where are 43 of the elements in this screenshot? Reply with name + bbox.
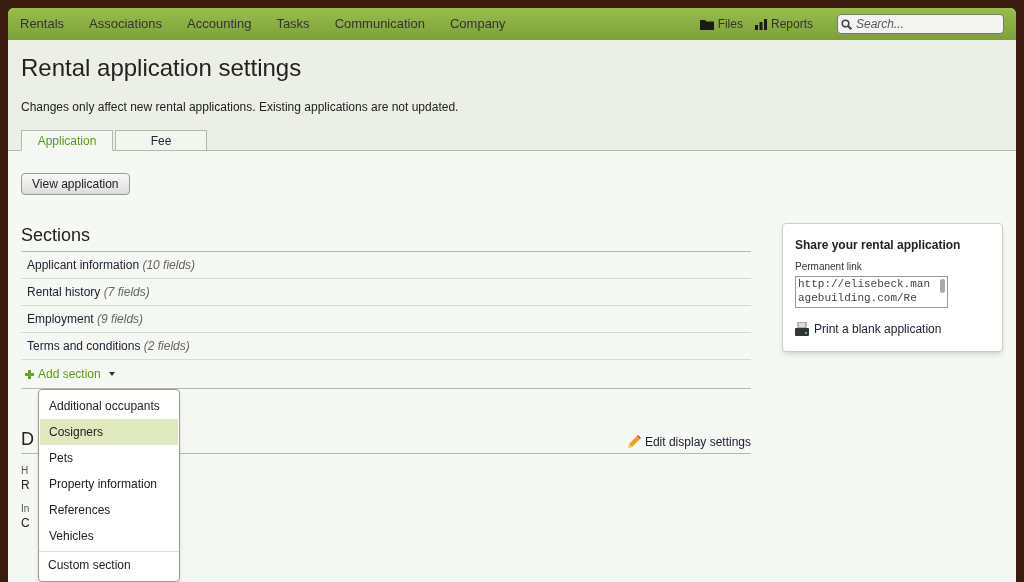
section-row[interactable]: Employment (9 fields) xyxy=(21,306,751,333)
menu-item[interactable]: Custom section xyxy=(39,552,179,578)
section-row[interactable]: Terms and conditions (2 fields) xyxy=(21,333,751,360)
menu-item[interactable]: Vehicles xyxy=(40,523,178,549)
menu-item[interactable]: References xyxy=(40,497,178,523)
edit-display-link[interactable]: Edit display settings xyxy=(626,433,751,451)
scrollbar-thumb[interactable] xyxy=(940,279,945,293)
section-heading: Sections xyxy=(21,222,751,252)
view-application-button[interactable]: View application xyxy=(21,173,130,195)
share-title: Share your rental application xyxy=(795,237,962,254)
nav-link[interactable]: Rentals xyxy=(20,14,65,34)
field-value: R xyxy=(21,478,30,492)
section-row[interactable]: Applicant information (10 fields) xyxy=(21,252,751,279)
plus-icon xyxy=(25,369,34,379)
bar-chart-icon xyxy=(754,18,767,30)
pencil-icon xyxy=(626,435,641,449)
nav-link[interactable]: Associations xyxy=(89,14,163,34)
folder-icon xyxy=(699,18,714,30)
menu-item[interactable]: Cosigners xyxy=(40,419,178,445)
link-field[interactable]: http://elisebeck.managebuilding.com/Re xyxy=(795,276,948,308)
notice-text: Changes only affect new rental applications. Existing applications are not updated. xyxy=(21,99,460,116)
search-icon xyxy=(841,19,852,30)
menu-item[interactable]: Pets xyxy=(40,445,178,471)
section-row[interactable]: Rental history (7 fields) xyxy=(21,279,751,306)
printer-icon xyxy=(795,322,809,336)
toolbar-link[interactable]: Files xyxy=(699,15,743,33)
field-label: H xyxy=(21,464,29,478)
page-title: Rental application settings xyxy=(21,53,303,83)
caret-icon xyxy=(108,372,115,376)
tab[interactable]: Fee xyxy=(115,130,207,151)
print-link[interactable]: Print a blank application xyxy=(795,320,990,338)
nav-link[interactable]: Tasks xyxy=(276,14,310,34)
search-field[interactable]: Search... xyxy=(837,14,1004,34)
toolbar-link[interactable]: Reports xyxy=(754,15,813,33)
menu-item[interactable]: Property information xyxy=(40,471,178,497)
menu-item[interactable]: Additional occupants xyxy=(40,393,178,419)
nav-link[interactable]: Company xyxy=(449,14,506,34)
field-value: C xyxy=(21,516,30,530)
nav-link[interactable]: Communication xyxy=(334,14,425,34)
display-heading: D xyxy=(21,428,34,451)
link-label: Permanent link xyxy=(795,260,863,274)
nav-link[interactable]: Accounting xyxy=(187,14,252,34)
field-label: In xyxy=(21,502,30,516)
